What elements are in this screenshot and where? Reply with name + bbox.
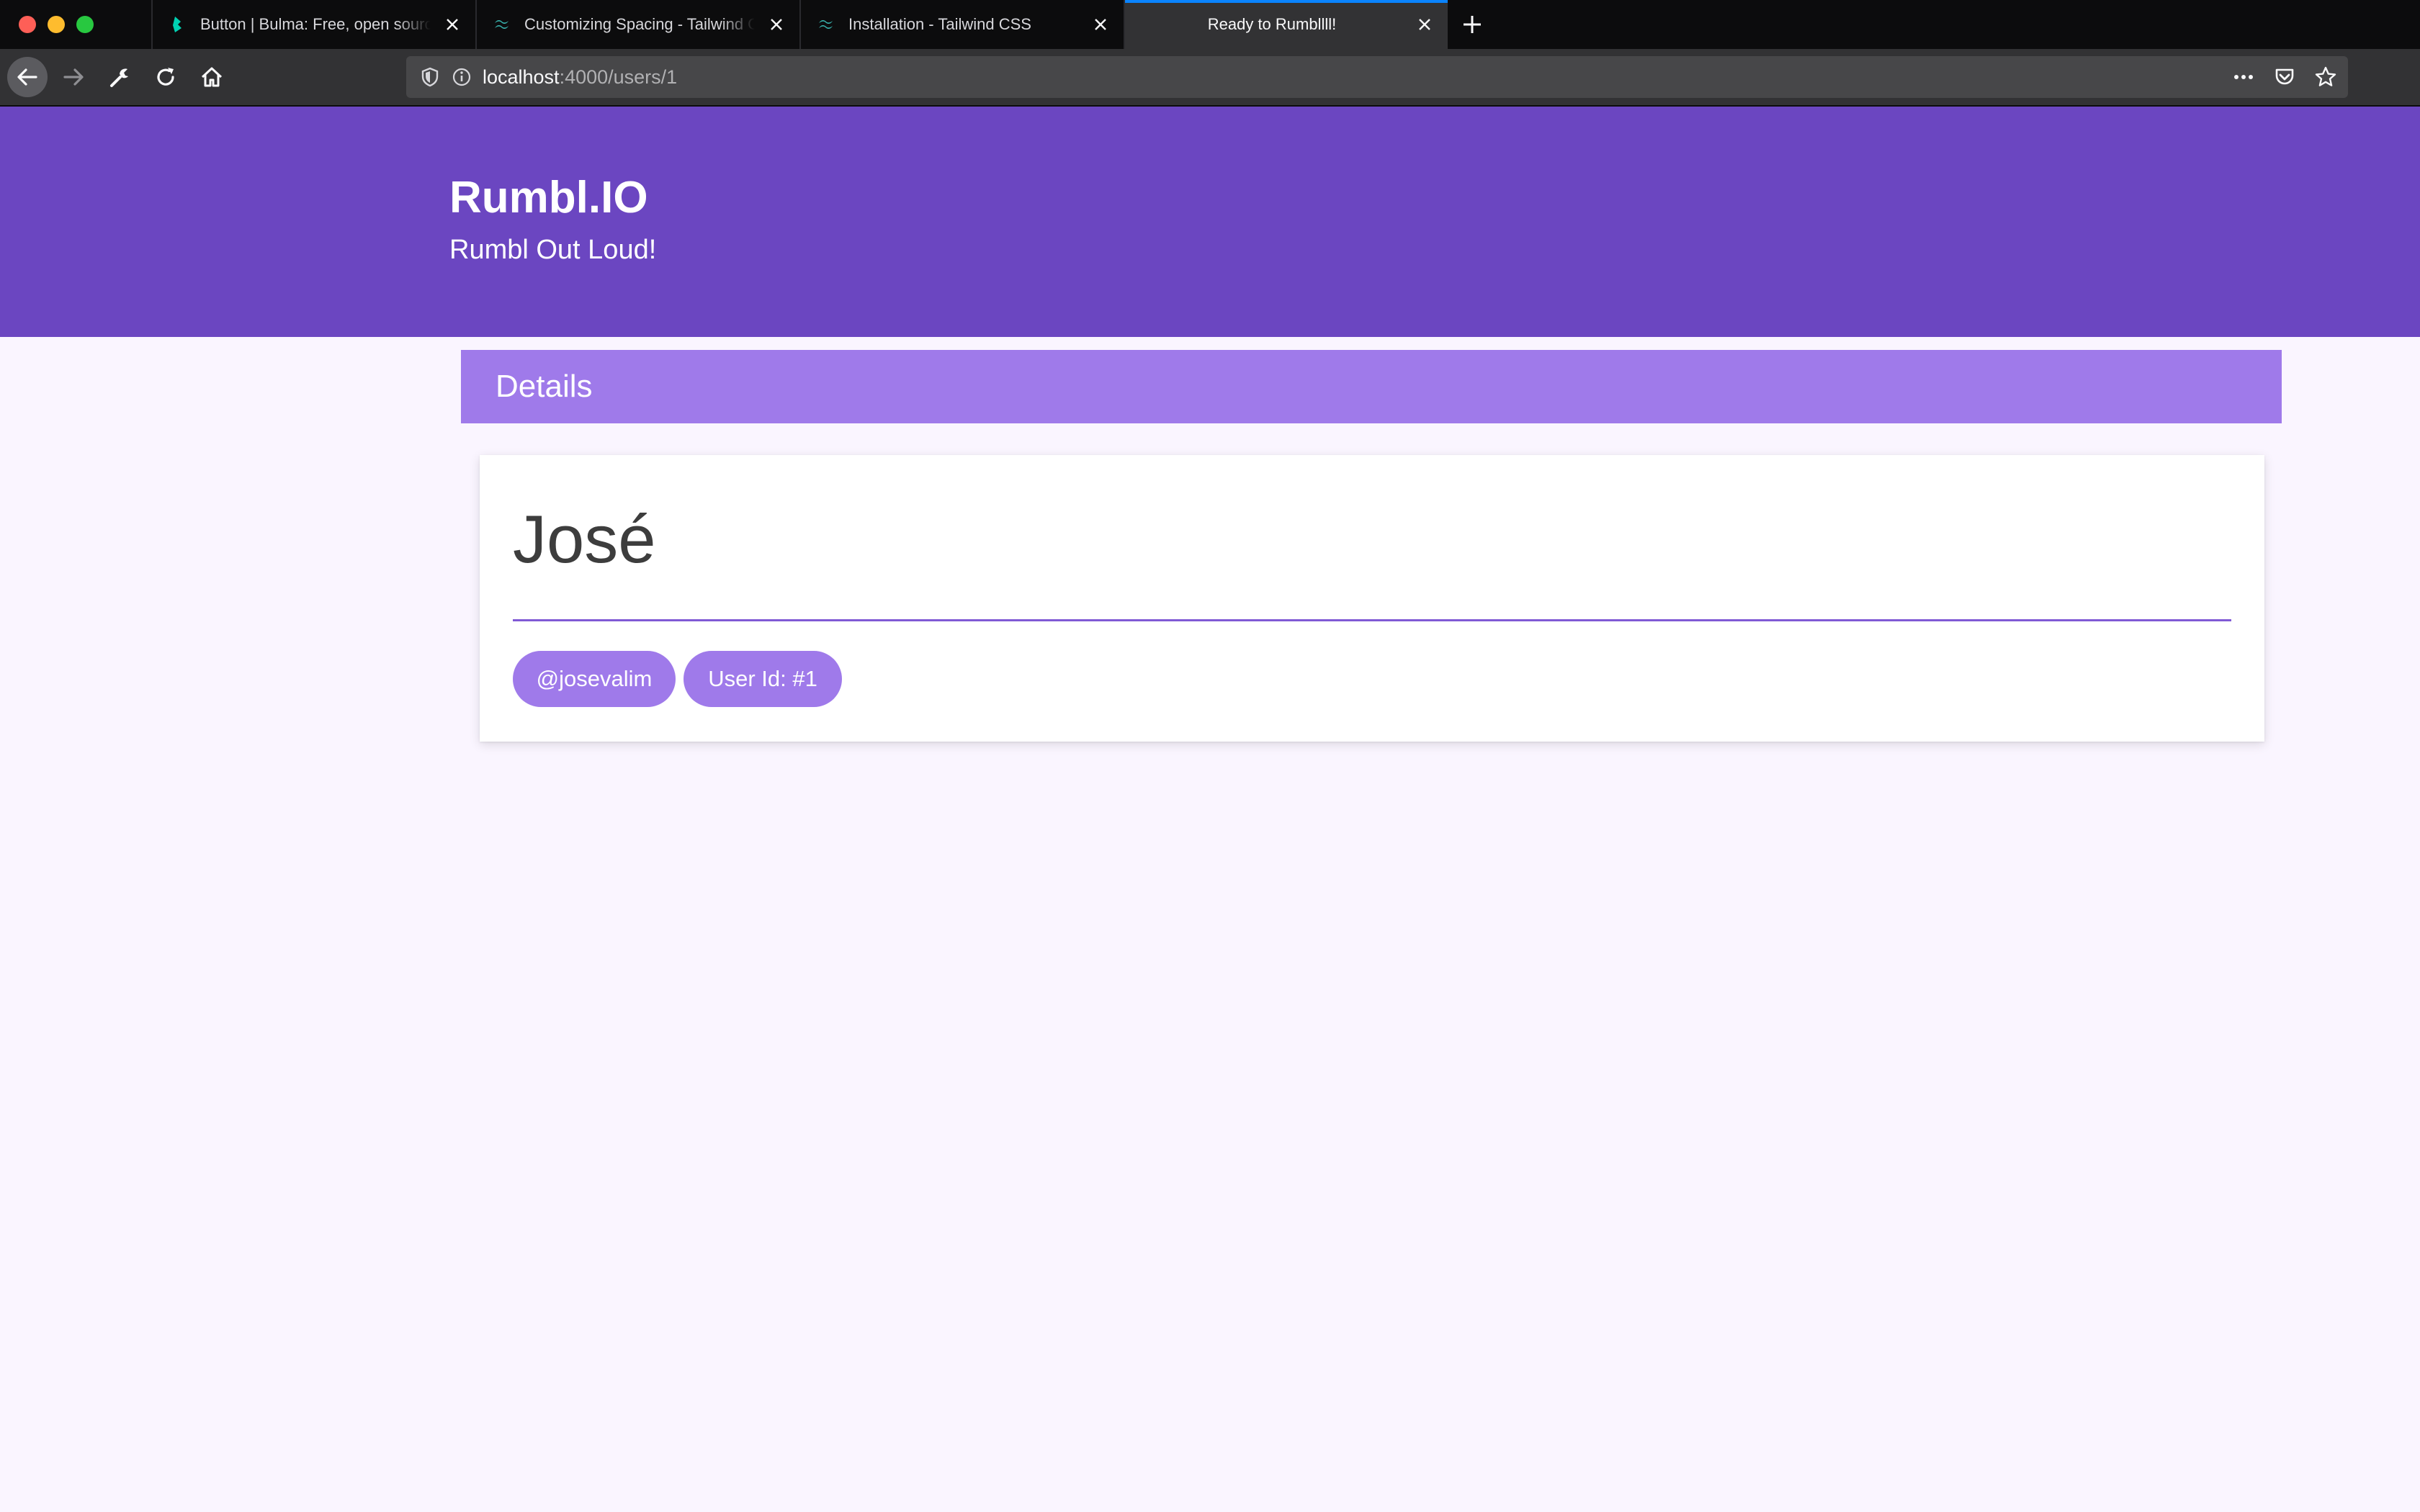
username-badge: @josevalim xyxy=(513,651,676,707)
customize-toolbar-button[interactable] xyxy=(99,57,140,97)
bookmark-star-icon[interactable] xyxy=(2313,65,2338,89)
tailwind-icon xyxy=(819,19,833,30)
wrench-icon xyxy=(110,68,128,87)
zoom-window-button[interactable] xyxy=(76,16,94,33)
reload-icon xyxy=(157,68,174,86)
home-button[interactable] xyxy=(192,57,232,97)
close-tab-icon[interactable] xyxy=(442,14,462,35)
tailwind-icon xyxy=(495,19,508,30)
home-icon xyxy=(201,67,223,87)
url-path: :4000/users/1 xyxy=(559,66,678,88)
close-tab-icon[interactable] xyxy=(1415,14,1435,35)
details-heading: Details xyxy=(461,350,2282,423)
url-host: localhost xyxy=(483,66,560,88)
bulma-icon xyxy=(173,17,182,32)
browser-tab-strip: Button | Bulma: Free, open source CSS fr… xyxy=(0,0,2420,49)
site-brand[interactable]: Rumbl.IO xyxy=(449,176,648,220)
details-title: Details xyxy=(496,369,593,404)
site-tagline: Rumbl Out Loud! xyxy=(449,235,657,265)
reload-button[interactable] xyxy=(145,57,186,97)
close-window-button[interactable] xyxy=(19,16,36,33)
tab-title: Ready to Rumbllll! xyxy=(1207,15,1337,33)
card-divider xyxy=(513,619,2231,621)
tab-ready-to-rumble[interactable]: Ready to Rumbllll! xyxy=(1124,0,1448,49)
user-id-badge: User Id: #1 xyxy=(684,651,842,707)
tab-title: Installation - Tailwind CSS xyxy=(848,15,1031,33)
url-text: localhost:4000/users/1 xyxy=(483,66,677,89)
user-name: José xyxy=(513,501,656,577)
browser-toolbar: localhost:4000/users/1 xyxy=(0,49,2420,107)
url-bar-actions xyxy=(2231,56,2338,98)
site-header: Rumbl.IO Rumbl Out Loud! xyxy=(0,107,2420,337)
more-actions-icon[interactable] xyxy=(2231,66,2256,88)
tab-customizing-spacing[interactable]: Customizing Spacing - Tailwind CSS xyxy=(475,0,799,49)
minimize-window-button[interactable] xyxy=(48,16,65,33)
tab-title: Customizing Spacing - Tailwind CSS xyxy=(524,15,755,33)
pocket-icon[interactable] xyxy=(2273,66,2296,89)
back-button[interactable] xyxy=(7,57,48,97)
arrow-left-icon xyxy=(17,68,37,86)
tab-title: Button | Bulma: Free, open source CSS fr… xyxy=(200,15,431,33)
arrow-right-icon xyxy=(63,68,84,86)
tab-bulma-button[interactable]: Button | Bulma: Free, open source CSS fr… xyxy=(151,0,475,49)
window-controls xyxy=(0,0,151,49)
plus-icon xyxy=(1464,16,1481,33)
shield-icon[interactable] xyxy=(419,66,441,88)
tab-installation[interactable]: Installation - Tailwind CSS xyxy=(799,0,1124,49)
close-tab-icon[interactable] xyxy=(1090,14,1111,35)
user-card: José @josevalim User Id: #1 xyxy=(480,455,2264,742)
info-icon[interactable] xyxy=(451,66,472,88)
close-tab-icon[interactable] xyxy=(766,14,786,35)
new-tab-button[interactable] xyxy=(1448,0,1497,49)
url-bar[interactable]: localhost:4000/users/1 xyxy=(406,56,2348,98)
forward-button[interactable] xyxy=(53,57,94,97)
